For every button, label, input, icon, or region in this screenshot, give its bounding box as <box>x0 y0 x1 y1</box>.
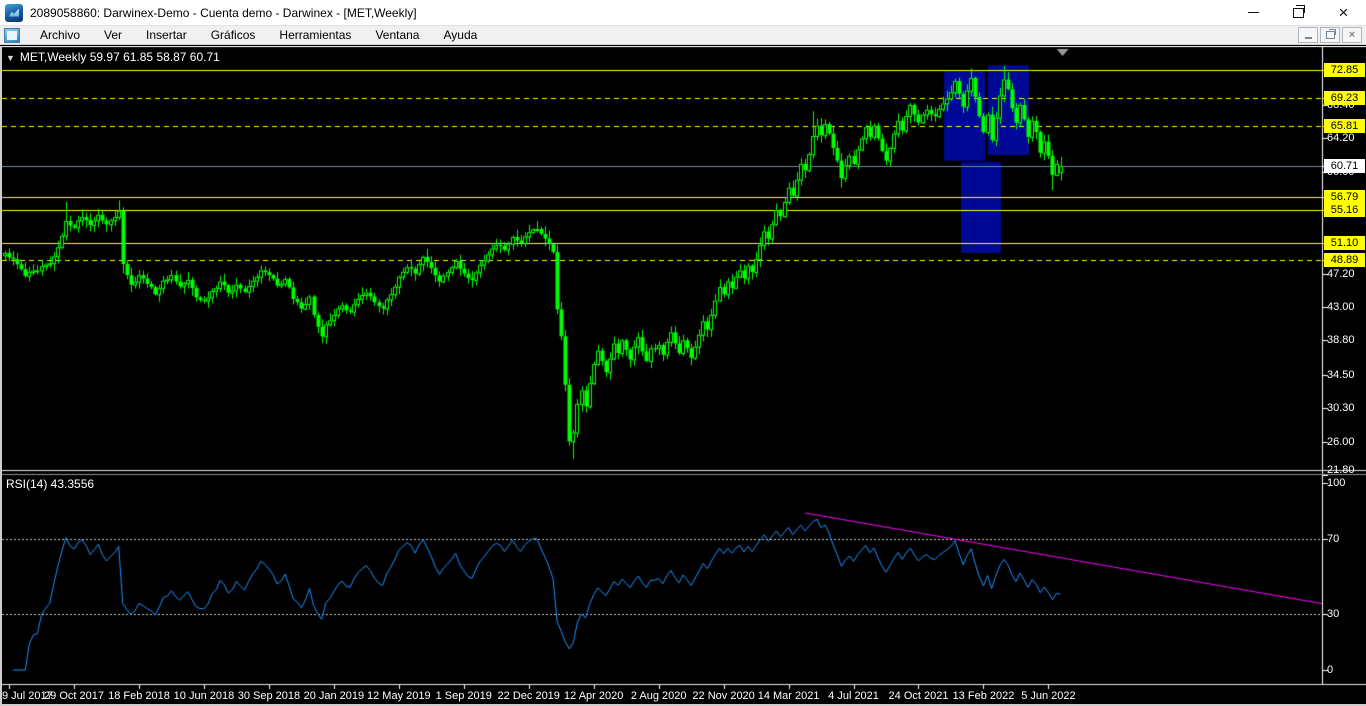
mdi-minimize-icon <box>1304 37 1312 39</box>
menu-item-ventana[interactable]: Ventana <box>363 26 431 44</box>
close-icon: × <box>1338 3 1349 22</box>
window-title: 2089058860: Darwinex-Demo - Cuenta demo … <box>30 5 417 20</box>
app-logo-icon <box>5 3 23 22</box>
mdi-minimize-button[interactable] <box>1298 27 1318 43</box>
menu-item-ayuda[interactable]: Ayuda <box>431 26 489 44</box>
price-chart-canvas[interactable] <box>0 46 1366 706</box>
mdi-restore-button[interactable] <box>1320 27 1340 43</box>
metatrader-window: { "window": { "title": "2089058860: Darw… <box>0 0 1366 706</box>
menu-item-graficos[interactable]: Gráficos <box>199 26 268 44</box>
menu-bar: Archivo Ver Insertar Gráficos Herramient… <box>0 26 1366 45</box>
restore-icon <box>1293 4 1305 18</box>
mdi-restore-icon <box>1325 29 1336 39</box>
chart-window-icon <box>4 27 20 43</box>
restore-button[interactable] <box>1276 0 1321 25</box>
menu-item-ver[interactable]: Ver <box>92 26 134 44</box>
chart-region: ▼ MET,Weekly 59.97 61.85 58.87 60.71 RSI(… <box>0 46 1366 706</box>
minimize-button[interactable] <box>1231 0 1276 25</box>
close-button[interactable]: × <box>1321 0 1366 25</box>
mdi-window-controls: × <box>1298 27 1362 43</box>
minimize-icon <box>1248 12 1259 13</box>
menu-item-insertar[interactable]: Insertar <box>134 26 199 44</box>
menu-item-herramientas[interactable]: Herramientas <box>267 26 363 44</box>
mdi-close-icon: × <box>1348 29 1356 41</box>
menu-item-archivo[interactable]: Archivo <box>28 26 92 44</box>
window-controls: × <box>1231 0 1366 25</box>
title-bar: 2089058860: Darwinex-Demo - Cuenta demo … <box>0 0 1366 26</box>
mdi-close-button[interactable]: × <box>1342 27 1362 43</box>
